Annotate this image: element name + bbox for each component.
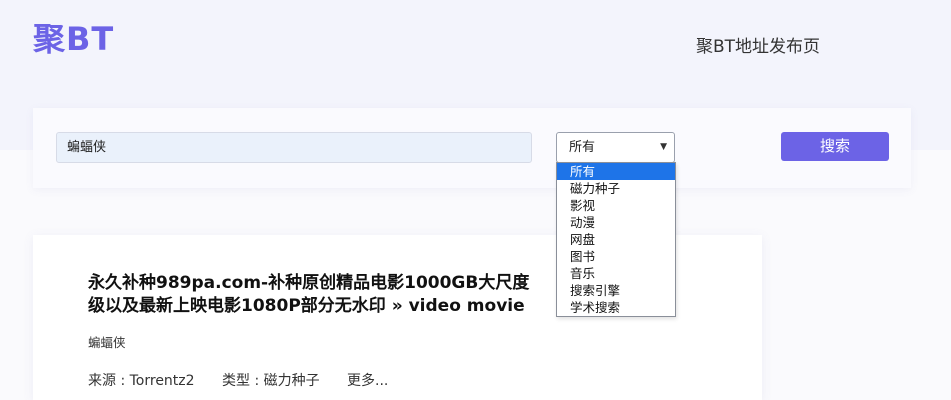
site-logo[interactable]: 聚BT: [33, 14, 114, 60]
search-button[interactable]: 搜索: [781, 132, 889, 161]
dropdown-option-anime[interactable]: 动漫: [557, 214, 675, 231]
dropdown-option-music[interactable]: 音乐: [557, 265, 675, 282]
result-title[interactable]: 永久补种989pa.com-补种原创精品电影1000GB大尺度 级以及最新上映电…: [88, 272, 558, 320]
result-more-link[interactable]: 更多...: [347, 370, 388, 390]
dropdown-option-magnet[interactable]: 磁力种子: [557, 180, 675, 197]
category-dropdown: 所有 磁力种子 影视 动漫 网盘 图书 音乐 搜索引擎 学术搜索: [556, 162, 676, 317]
result-keyword: 蝙蝠侠: [88, 335, 126, 350]
search-input[interactable]: 蝙蝠侠: [56, 132, 532, 163]
dropdown-option-video[interactable]: 影视: [557, 197, 675, 214]
category-select-value: 所有: [569, 140, 596, 155]
result-title-line1: 永久补种989pa.com-补种原创精品电影1000GB大尺度: [88, 273, 530, 293]
chevron-down-icon: ▼: [660, 142, 667, 152]
dropdown-option-books[interactable]: 图书: [557, 248, 675, 265]
dropdown-option-all[interactable]: 所有: [557, 163, 675, 180]
result-type: 类型 : 磁力种子: [222, 373, 320, 389]
dropdown-option-academic[interactable]: 学术搜索: [557, 299, 675, 316]
result-source: 来源 : Torrentz2: [88, 373, 195, 389]
address-page-link[interactable]: 聚BT地址发布页: [696, 32, 820, 57]
dropdown-option-netdisk[interactable]: 网盘: [557, 231, 675, 248]
result-title-line2: 级以及最新上映电影1080P部分无水印 » video movie: [88, 296, 525, 316]
category-select[interactable]: 所有 ▼: [556, 132, 675, 163]
dropdown-option-search-engine[interactable]: 搜索引擎: [557, 282, 675, 299]
